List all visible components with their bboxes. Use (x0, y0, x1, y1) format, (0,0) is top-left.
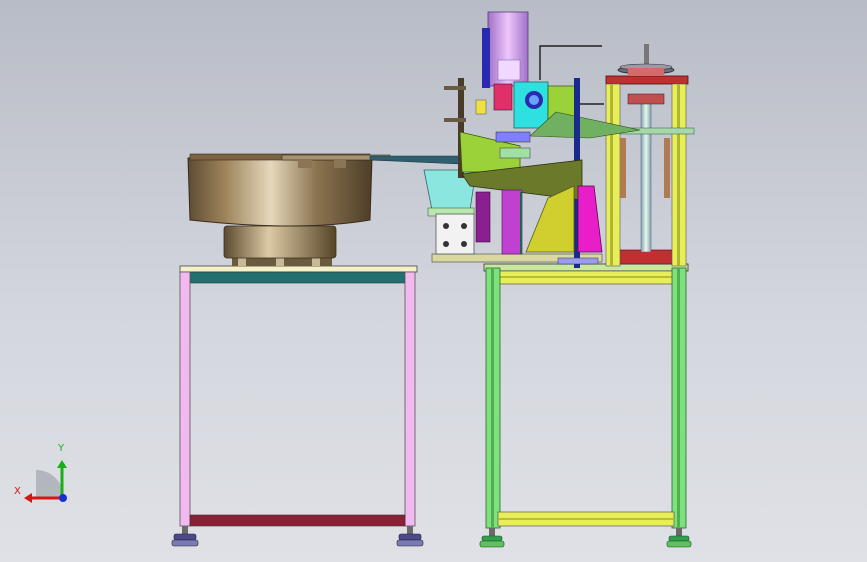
callout-leader (539, 45, 602, 80)
feeder-stand[interactable] (171, 265, 424, 547)
z-axis-dot (59, 494, 67, 502)
leveling-foot (666, 528, 692, 548)
machine-frame[interactable] (431, 253, 692, 548)
leveling-foot (479, 528, 505, 548)
cylinder-red-head (493, 83, 513, 111)
feeder-stand-crossbar (189, 271, 406, 284)
y-axis-arrowhead (57, 460, 67, 468)
feeder-stand-left-leg (179, 271, 191, 527)
x-axis-label: X (14, 486, 21, 497)
cad-viewport[interactable]: X Y (0, 0, 867, 562)
guide-rod (640, 95, 652, 253)
bowl-body (187, 157, 373, 227)
coordinate-triad (24, 460, 67, 503)
vibratory-feeder-bowl[interactable] (187, 153, 391, 266)
switch-bracket (435, 213, 475, 255)
feed-rail (369, 155, 463, 165)
x-axis-arrowhead (24, 493, 32, 503)
leveling-foot (396, 526, 424, 547)
frame-top-plate (483, 263, 689, 272)
y-axis-label: Y (58, 443, 65, 454)
violet-guide (475, 191, 491, 243)
magenta-slab (577, 185, 603, 253)
violet-column (501, 189, 523, 255)
handwheel[interactable] (617, 44, 675, 76)
leveling-foot (171, 526, 199, 547)
feeder-stand-right-leg (404, 271, 416, 527)
handwheel-column[interactable] (605, 44, 695, 267)
feeder-stand-base-bar (189, 514, 406, 527)
triad-z-plane (36, 470, 64, 498)
cad-assembly-model[interactable] (0, 0, 867, 562)
feeder-stand-top-plate (179, 265, 418, 273)
column-top-plate (605, 75, 689, 85)
bowl-base (223, 225, 337, 259)
